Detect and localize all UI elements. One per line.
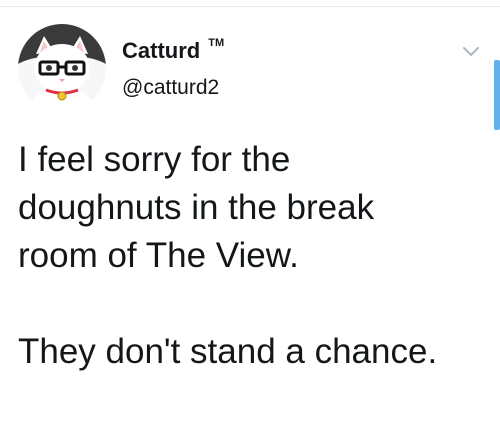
tweet-text: I feel sorry for the doughnuts in the br… [18, 140, 438, 371]
top-divider [0, 6, 500, 7]
user-handle[interactable]: @catturd2 [122, 76, 224, 100]
chevron-down-icon [463, 47, 479, 56]
cat-with-glasses-avatar-icon [18, 24, 106, 112]
avatar[interactable] [18, 24, 106, 112]
trademark-mark: TM [208, 37, 225, 49]
display-name-row: Catturd TM [122, 37, 225, 64]
scrollbar[interactable] [494, 60, 500, 130]
more-menu-button[interactable] [460, 40, 482, 62]
display-name[interactable]: Catturd [122, 38, 200, 64]
user-names: Catturd TM @catturd2 [122, 37, 225, 100]
tweet-header: Catturd TM @catturd2 [18, 24, 482, 112]
tweet-card: Catturd TM @catturd2 I feel sorry for th… [0, 0, 500, 439]
